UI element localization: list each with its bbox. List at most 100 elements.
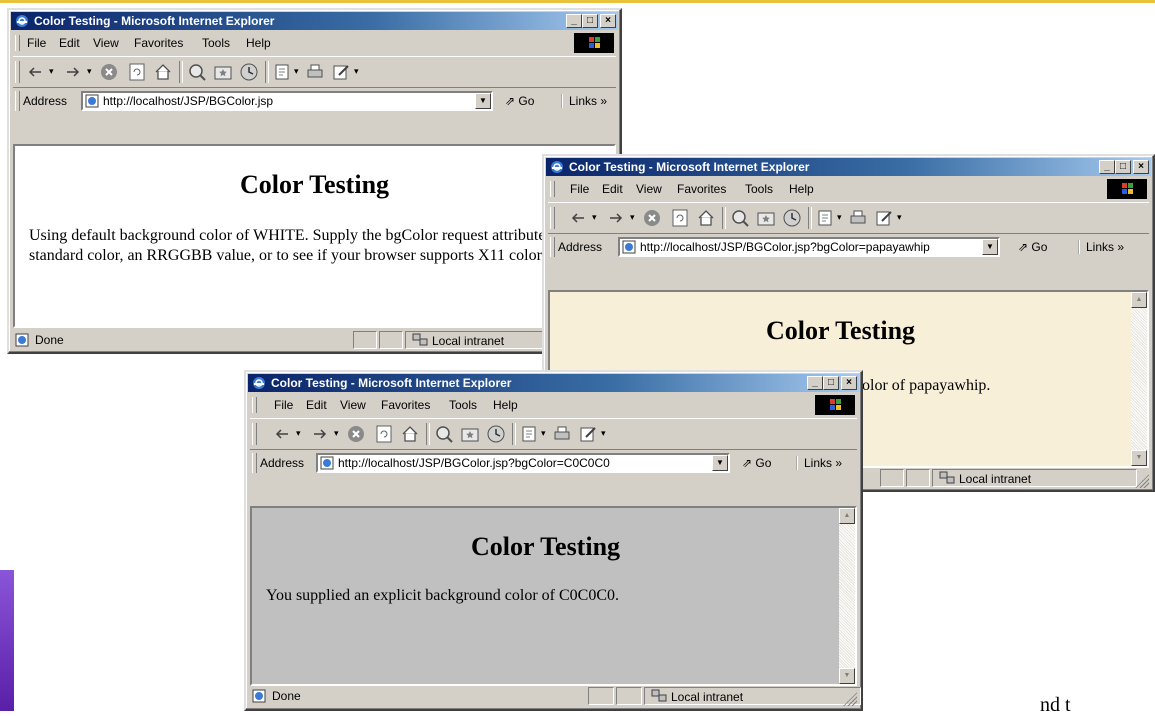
forward-icon[interactable]: [63, 62, 83, 82]
menu-help[interactable]: Help: [493, 398, 518, 412]
print-icon[interactable]: [848, 208, 868, 228]
menu-file[interactable]: File: [27, 36, 46, 50]
menu-favorites[interactable]: Favorites: [134, 36, 183, 50]
close-button[interactable]: ×: [841, 376, 857, 390]
refresh-icon[interactable]: [670, 208, 690, 228]
home-icon[interactable]: [696, 208, 716, 228]
address-input[interactable]: http://localhost/JSP/BGColor.jsp ▼: [81, 91, 493, 111]
favorites-icon[interactable]: [756, 208, 776, 228]
menu-edit[interactable]: Edit: [602, 182, 623, 196]
go-button[interactable]: ⇗ Go: [1018, 240, 1047, 254]
browser-window-white[interactable]: Color Testing - Microsoft Internet Explo…: [7, 8, 622, 354]
page-text: Using default background color of WHITE.…: [29, 227, 595, 264]
history-icon[interactable]: [486, 424, 506, 444]
address-dropdown-icon[interactable]: ▼: [475, 93, 491, 109]
edit-dropdown-icon[interactable]: ▾: [897, 212, 902, 223]
menu-view[interactable]: View: [636, 182, 662, 196]
browser-window-c0c0c0[interactable]: Color Testing - Microsoft Internet Explo…: [244, 370, 863, 711]
close-button[interactable]: ×: [600, 14, 616, 28]
forward-icon[interactable]: [606, 208, 626, 228]
links-button[interactable]: Links »: [561, 94, 607, 108]
mail-icon[interactable]: [816, 208, 836, 228]
edit-dropdown-icon[interactable]: ▾: [354, 66, 359, 77]
scroll-down-button[interactable]: ▼: [1131, 450, 1147, 466]
menu-file[interactable]: File: [274, 398, 293, 412]
stop-icon[interactable]: [99, 62, 119, 82]
menu-view[interactable]: View: [340, 398, 366, 412]
maximize-button[interactable]: □: [1115, 160, 1131, 174]
back-icon[interactable]: [272, 424, 292, 444]
home-icon[interactable]: [153, 62, 173, 82]
menu-tools[interactable]: Tools: [202, 36, 230, 50]
vertical-scrollbar[interactable]: ▲ ▼: [839, 508, 855, 684]
back-icon[interactable]: [568, 208, 588, 228]
forward-dropdown-icon[interactable]: ▾: [87, 66, 92, 77]
go-button[interactable]: ⇗ Go: [505, 94, 534, 108]
history-icon[interactable]: [782, 208, 802, 228]
menu-edit[interactable]: Edit: [59, 36, 80, 50]
resize-grip[interactable]: [843, 692, 857, 706]
favorites-icon[interactable]: [213, 62, 233, 82]
close-button[interactable]: ×: [1133, 160, 1149, 174]
maximize-button[interactable]: □: [823, 376, 839, 390]
mail-dropdown-icon[interactable]: ▾: [294, 66, 299, 77]
minimize-button[interactable]: _: [807, 376, 823, 390]
menubar-grip: [15, 35, 20, 51]
favorites-icon[interactable]: [460, 424, 480, 444]
menu-favorites[interactable]: Favorites: [677, 182, 726, 196]
print-icon[interactable]: [305, 62, 325, 82]
forward-icon[interactable]: [310, 424, 330, 444]
zone-text: Local intranet: [959, 472, 1032, 486]
edit-icon[interactable]: [578, 424, 598, 444]
menu-file[interactable]: File: [570, 182, 589, 196]
forward-dropdown-icon[interactable]: ▾: [334, 428, 339, 439]
address-dropdown-icon[interactable]: ▼: [712, 455, 728, 471]
minimize-button[interactable]: _: [566, 14, 582, 28]
back-icon[interactable]: [25, 62, 45, 82]
links-button[interactable]: Links »: [796, 456, 842, 470]
menu-help[interactable]: Help: [246, 36, 271, 50]
mail-dropdown-icon[interactable]: ▾: [837, 212, 842, 223]
resize-grip[interactable]: [1135, 474, 1149, 488]
mail-icon[interactable]: [520, 424, 540, 444]
search-icon[interactable]: [730, 208, 750, 228]
back-dropdown-icon[interactable]: ▾: [49, 66, 54, 77]
scroll-up-button[interactable]: ▲: [1131, 292, 1147, 308]
forward-dropdown-icon[interactable]: ▾: [630, 212, 635, 223]
menu-tools[interactable]: Tools: [449, 398, 477, 412]
scroll-up-button[interactable]: ▲: [839, 508, 855, 524]
address-input[interactable]: http://localhost/JSP/BGColor.jsp?bgColor…: [316, 453, 730, 473]
stop-icon[interactable]: [642, 208, 662, 228]
search-icon[interactable]: [434, 424, 454, 444]
links-button[interactable]: Links »: [1078, 240, 1124, 254]
history-icon[interactable]: [239, 62, 259, 82]
title-bar[interactable]: Color Testing - Microsoft Internet Explo…: [11, 12, 618, 30]
edit-dropdown-icon[interactable]: ▾: [601, 428, 606, 439]
menu-edit[interactable]: Edit: [306, 398, 327, 412]
address-input[interactable]: http://localhost/JSP/BGColor.jsp?bgColor…: [618, 237, 1000, 257]
refresh-icon[interactable]: [374, 424, 394, 444]
home-icon[interactable]: [400, 424, 420, 444]
search-icon[interactable]: [187, 62, 207, 82]
title-bar[interactable]: Color Testing - Microsoft Internet Explo…: [248, 374, 859, 392]
edit-icon[interactable]: [331, 62, 351, 82]
refresh-icon[interactable]: [127, 62, 147, 82]
menu-help[interactable]: Help: [789, 182, 814, 196]
back-dropdown-icon[interactable]: ▾: [296, 428, 301, 439]
minimize-button[interactable]: _: [1099, 160, 1115, 174]
address-dropdown-icon[interactable]: ▼: [982, 239, 998, 255]
vertical-scrollbar[interactable]: ▲ ▼: [1131, 292, 1147, 466]
menu-view[interactable]: View: [93, 36, 119, 50]
edit-icon[interactable]: [874, 208, 894, 228]
stop-icon[interactable]: [346, 424, 366, 444]
menu-favorites[interactable]: Favorites: [381, 398, 430, 412]
mail-icon[interactable]: [273, 62, 293, 82]
print-icon[interactable]: [552, 424, 572, 444]
go-button[interactable]: ⇗ Go: [742, 456, 771, 470]
back-dropdown-icon[interactable]: ▾: [592, 212, 597, 223]
maximize-button[interactable]: □: [582, 14, 598, 28]
menu-tools[interactable]: Tools: [745, 182, 773, 196]
title-bar[interactable]: Color Testing - Microsoft Internet Explo…: [546, 158, 1151, 176]
mail-dropdown-icon[interactable]: ▾: [541, 428, 546, 439]
scroll-down-button[interactable]: ▼: [839, 668, 855, 684]
